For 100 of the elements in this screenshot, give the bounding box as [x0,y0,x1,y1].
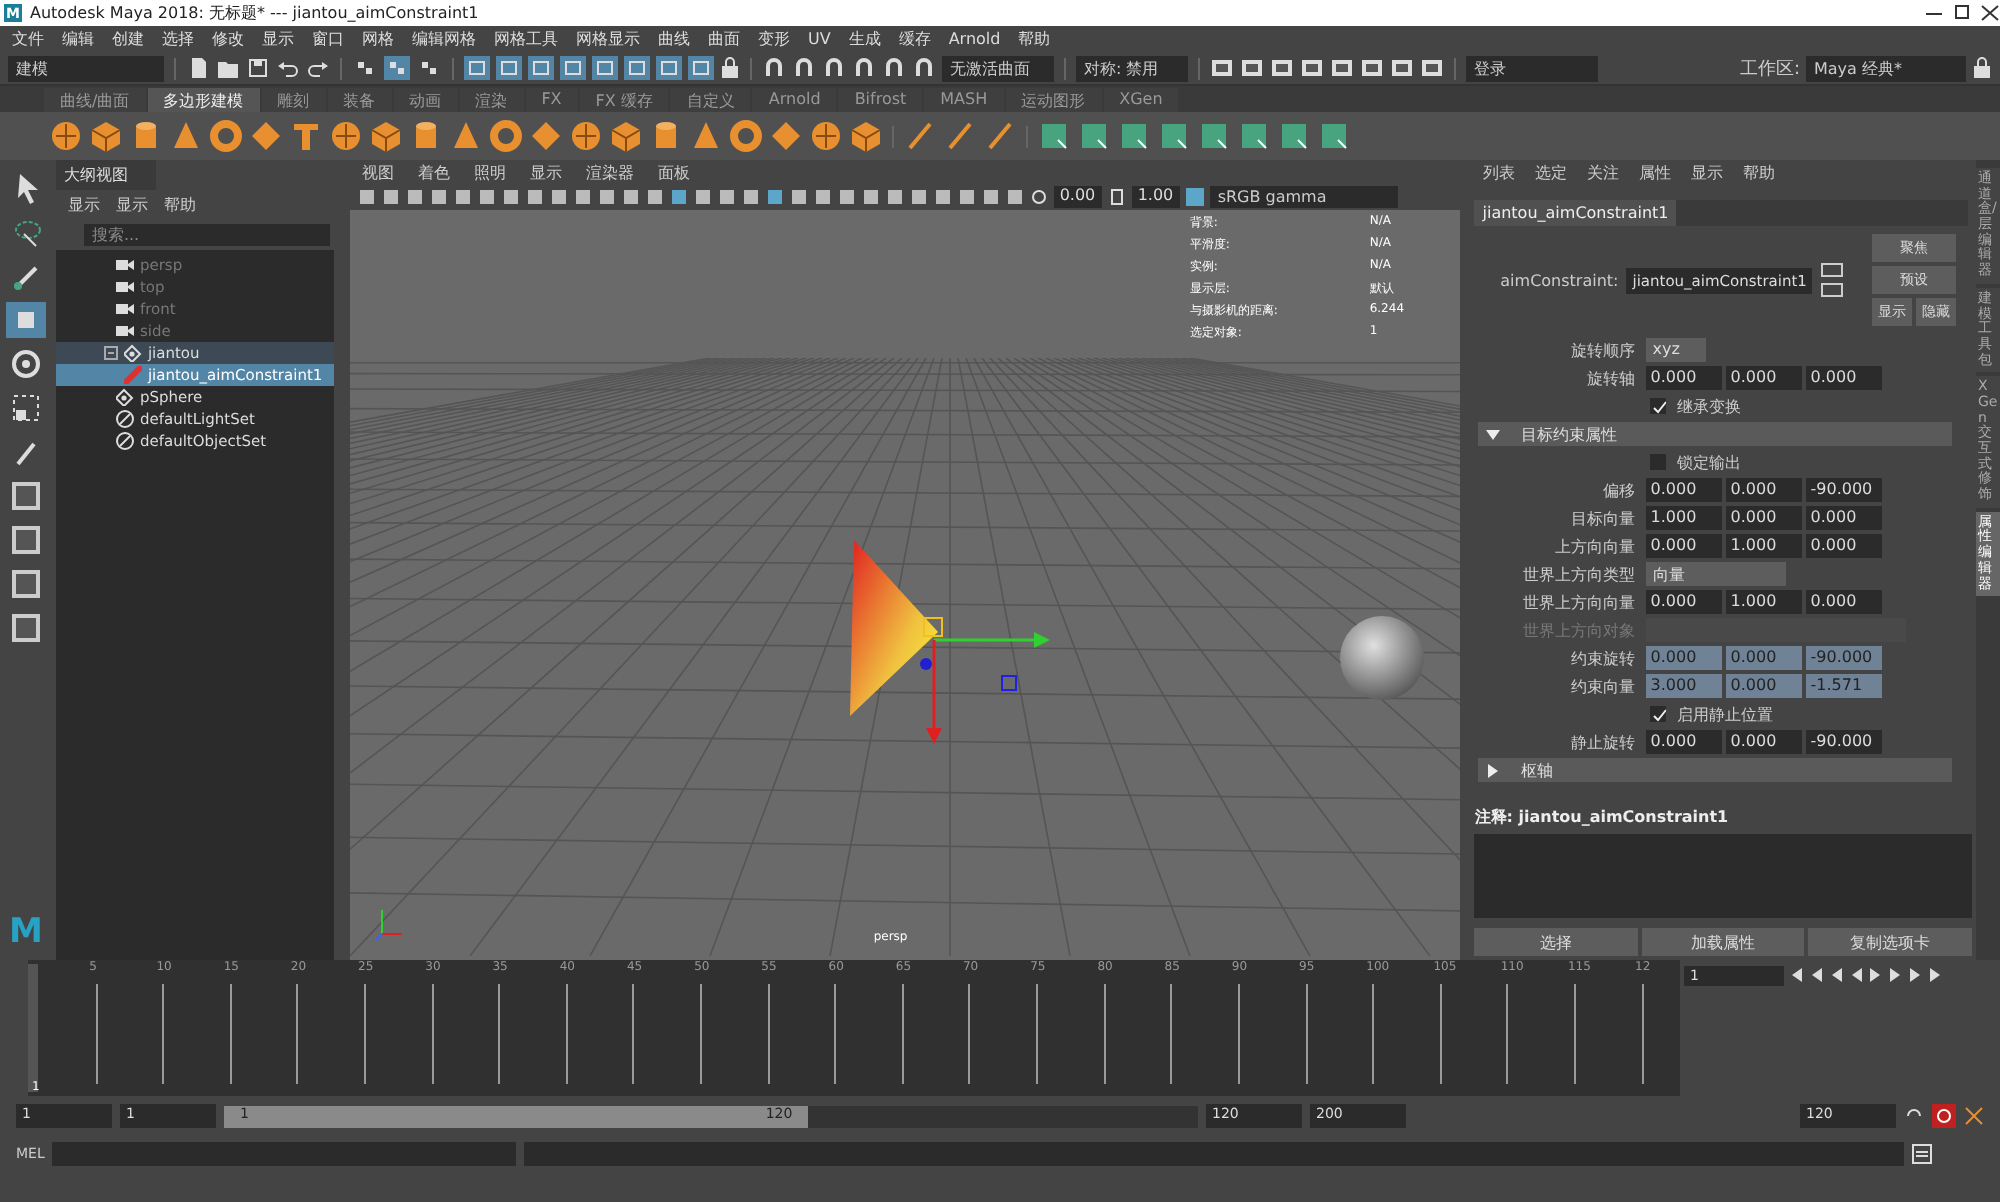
shelf-tab[interactable]: 雕刻 [261,88,326,112]
number-field[interactable]: 0.000 [1726,506,1803,530]
number-field[interactable]: 0.000 [1726,730,1803,754]
single-pane-icon[interactable] [9,480,42,512]
number-field[interactable]: 0.000 [1806,534,1883,558]
menu-item[interactable]: 曲面 [708,28,740,50]
number-field[interactable]: -90.000 [1806,646,1883,670]
collapse-icon[interactable] [103,346,118,360]
scale-tool-icon[interactable] [7,390,44,426]
letter-t-icon[interactable] [288,118,324,154]
number-field[interactable]: 0.000 [1646,590,1723,614]
symmetry-dropdown[interactable]: 对称: 禁用 [1076,55,1188,81]
menu-item[interactable]: 生成 [848,28,881,50]
attribute-dropdown[interactable]: xyz [1646,338,1707,362]
menu-item[interactable]: 显示 [67,194,100,216]
mesh-tool-icon[interactable] [1036,118,1072,154]
shelf-tab[interactable]: FX [525,88,578,112]
torus-icon[interactable] [728,118,764,154]
shelf-tab[interactable]: 多边形建模 [147,88,260,112]
number-field[interactable]: 1.000 [1726,590,1803,614]
mesh-tool-icon[interactable] [1316,118,1352,154]
menu-item[interactable]: 窗口 [312,28,344,50]
four-pane-icon[interactable] [9,612,42,644]
shelf-tab[interactable]: 渲染 [459,88,524,112]
color-space-dropdown[interactable]: sRGB gamma [1209,186,1398,208]
checkbox[interactable] [1650,706,1667,722]
selection-mask-icon[interactable] [352,56,378,80]
menu-item[interactable]: 网格显示 [576,28,640,50]
shelf-tab[interactable]: Bifrost [838,88,923,112]
menu-item[interactable]: Arnold [948,30,1001,48]
number-field[interactable]: 0.000 [1646,646,1723,670]
cone-icon[interactable] [688,118,724,154]
step-back-key-icon[interactable] [1808,966,1824,984]
step-back-icon[interactable] [1828,966,1844,984]
exposure-icon[interactable] [1029,188,1048,206]
diamond-icon[interactable] [248,118,284,154]
number-field[interactable]: 0.000 [1646,478,1723,502]
menu-item[interactable]: 渲染器 [585,161,634,183]
magnet-icon[interactable] [762,56,786,80]
magnet-icon[interactable] [882,56,906,80]
shelf-tab[interactable]: 自定义 [670,88,751,112]
number-field[interactable]: 0.000 [1646,730,1723,754]
number-field[interactable]: 0.000 [1726,366,1803,390]
menu-item[interactable]: 帮助 [163,194,196,216]
diamond-icon[interactable] [768,118,804,154]
menu-item[interactable]: 列表 [1482,161,1515,183]
number-field[interactable]: 0.000 [1806,590,1883,614]
shelf-tab[interactable]: FX 缓存 [579,88,669,112]
menu-item[interactable]: UV [808,30,831,48]
node-tab[interactable]: jiantou_aimConstraint1 [1474,200,1677,226]
polyhedron-icon[interactable] [328,118,364,154]
undo-icon[interactable] [276,56,300,80]
caret-down-icon[interactable] [1486,427,1501,441]
login-dropdown[interactable]: 登录 [1466,55,1598,81]
checkbox[interactable] [1650,454,1667,470]
polyhedron-icon[interactable] [48,118,84,154]
selection-mask-icon[interactable] [416,56,442,80]
rotate-tool-icon[interactable] [7,346,44,382]
cone-icon[interactable] [448,118,484,154]
panel-tab[interactable]: 大纲视图 [55,160,156,190]
editor-button[interactable]: 加载属性 [1641,928,1805,956]
menu-item[interactable]: 面板 [657,161,690,183]
command-input-field[interactable] [52,1141,517,1165]
menu-item[interactable]: 帮助 [1742,161,1775,183]
two-pane-icon[interactable] [9,568,42,600]
menu-item[interactable]: 变形 [758,28,790,50]
cone-icon[interactable] [168,118,204,154]
number-field[interactable]: 3.000 [1646,674,1723,698]
two-pane-icon[interactable] [9,524,42,556]
menu-item[interactable]: 显示 [262,28,294,50]
mesh-tool-icon[interactable] [1156,118,1192,154]
menu-item[interactable]: 文件 [12,28,44,50]
menu-item[interactable]: 缓存 [898,28,931,50]
gamma-icon[interactable] [1107,188,1126,206]
workspace-dropdown[interactable]: Maya 经典* [1806,55,1966,81]
save-icon[interactable] [246,56,270,80]
step-forward-key-icon[interactable] [1908,966,1924,984]
shelf-tab[interactable]: 装备 [327,88,392,112]
shelf-tab[interactable]: 运动图形 [1005,88,1102,112]
editor-button[interactable]: 选择 [1474,928,1638,956]
number-field[interactable]: -90.000 [1806,730,1883,754]
search-field[interactable]: 搜索... [83,224,330,246]
number-field[interactable]: 0.000 [1726,646,1803,670]
script-editor-icon[interactable] [1912,1143,1933,1163]
mesh-tool-icon[interactable] [1076,118,1112,154]
auto-key-icon[interactable] [1932,1104,1956,1128]
menu-item[interactable]: 选定 [1534,161,1567,183]
section-header[interactable]: 枢轴 [1478,758,1952,782]
menu-item[interactable]: 关注 [1586,161,1619,183]
menu-item[interactable]: 显示 [529,161,562,183]
shelf-tab[interactable]: 动画 [393,88,458,112]
mesh-tool-icon[interactable] [1116,118,1152,154]
caret-right-icon[interactable] [1486,763,1501,777]
number-field[interactable]: -1.571 [1806,674,1883,698]
go-to-end-icon[interactable] [1928,966,1944,984]
mesh-tool-icon[interactable] [1236,118,1272,154]
diamond-icon[interactable] [528,118,564,154]
mode-dropdown[interactable]: 建模 [8,55,164,81]
menu-item[interactable]: 网格工具 [494,28,558,50]
number-field[interactable]: -90.000 [1806,478,1883,502]
